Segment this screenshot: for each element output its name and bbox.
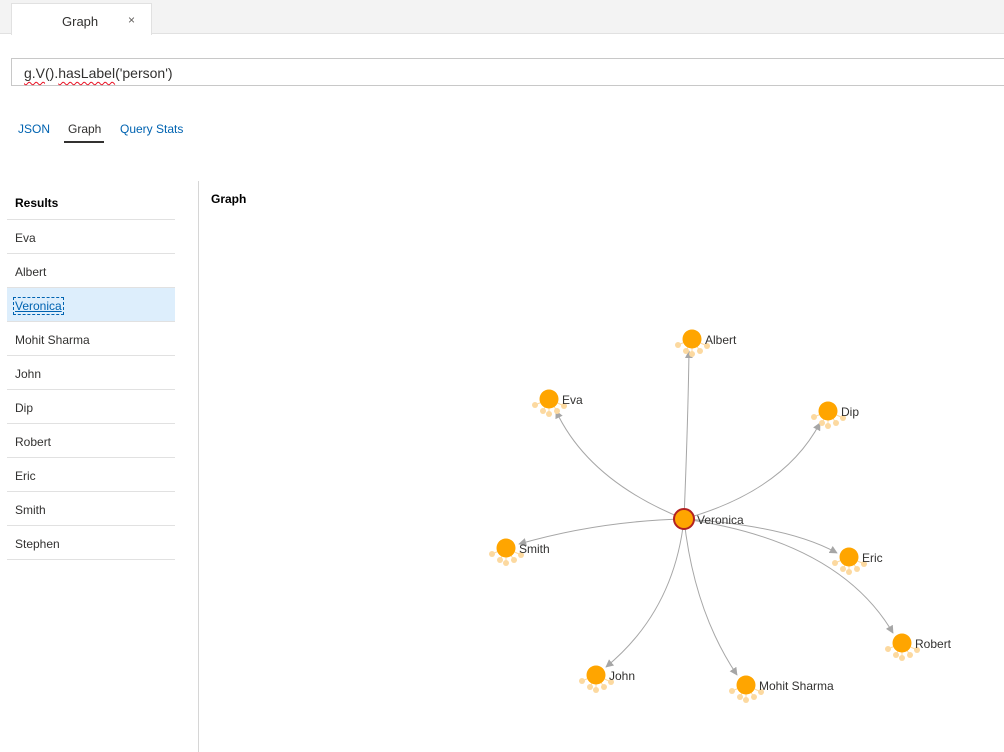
document-tabstrip: Graph × bbox=[0, 0, 1004, 35]
node-eric[interactable]: Eric bbox=[832, 547, 883, 576]
graph-canvas[interactable]: Albert Eva Dip Smith Eric Robert John Mohit Sha… bbox=[199, 181, 1004, 752]
edge-robert bbox=[683, 518, 894, 634]
edge-smith bbox=[518, 518, 685, 546]
node-eva[interactable]: Eva bbox=[532, 389, 583, 418]
result-item-eva[interactable]: Eva bbox=[7, 220, 175, 254]
node-label: Robert bbox=[915, 637, 952, 651]
node-circle bbox=[539, 389, 559, 409]
edge-eva bbox=[555, 410, 685, 520]
result-item-john[interactable]: John bbox=[7, 356, 175, 390]
node-label: Smith bbox=[519, 542, 550, 556]
node-albert[interactable]: Albert bbox=[675, 329, 737, 358]
result-item-smith[interactable]: Smith bbox=[7, 492, 175, 526]
node-circle bbox=[839, 547, 859, 567]
node-john[interactable]: John bbox=[579, 665, 635, 694]
query-token-arg: ('person') bbox=[115, 65, 173, 81]
node-label: Albert bbox=[705, 333, 737, 347]
result-item-veronica[interactable]: Veronica bbox=[7, 288, 175, 322]
node-veronica[interactable]: Veronica bbox=[673, 508, 744, 530]
node-label: John bbox=[609, 669, 635, 683]
result-item-eric[interactable]: Eric bbox=[7, 458, 175, 492]
query-token-paren: (). bbox=[45, 65, 59, 81]
query-token-gv: g.V bbox=[24, 65, 46, 81]
query-input[interactable]: g.V().hasLabel('person') bbox=[11, 58, 1004, 86]
node-circle bbox=[682, 329, 702, 349]
result-item-albert[interactable]: Albert bbox=[7, 254, 175, 288]
node-label: Dip bbox=[841, 405, 859, 419]
node-dip[interactable]: Dip bbox=[811, 401, 859, 430]
node-mohit-sharma[interactable]: Mohit Sharma bbox=[729, 675, 834, 704]
node-circle bbox=[496, 538, 516, 558]
result-item-dip[interactable]: Dip bbox=[7, 390, 175, 424]
edge-albert bbox=[683, 350, 693, 520]
edge-dip bbox=[683, 422, 821, 520]
node-label: Eric bbox=[862, 551, 883, 565]
tab-graph[interactable]: Graph × bbox=[11, 3, 152, 35]
node-label: Mohit Sharma bbox=[759, 679, 834, 693]
node-circle bbox=[818, 401, 838, 421]
node-circle bbox=[736, 675, 756, 695]
node-smith[interactable]: Smith bbox=[489, 538, 550, 567]
result-item-stephen[interactable]: Stephen bbox=[7, 526, 175, 560]
tab-query-stats[interactable]: Query Stats bbox=[120, 122, 183, 136]
edge-mohit-sharma bbox=[683, 518, 738, 676]
query-token-haslabel: hasLabel bbox=[58, 65, 116, 81]
node-circle bbox=[673, 508, 695, 530]
query-text: g.V().hasLabel('person') bbox=[24, 65, 173, 81]
tab-json[interactable]: JSON bbox=[18, 122, 50, 136]
result-item-robert[interactable]: Robert bbox=[7, 424, 175, 458]
result-item-mohit-sharma[interactable]: Mohit Sharma bbox=[7, 322, 175, 356]
node-label: Veronica bbox=[697, 513, 744, 527]
node-circle bbox=[892, 633, 912, 653]
node-robert[interactable]: Robert bbox=[885, 633, 952, 662]
results-panel: Results Eva Albert Veronica Mohit Sharma… bbox=[7, 186, 175, 560]
node-circle bbox=[586, 665, 606, 685]
node-label: Eva bbox=[562, 393, 583, 407]
results-header: Results bbox=[7, 186, 175, 220]
tab-graph-label: Graph bbox=[62, 14, 99, 29]
close-icon[interactable]: × bbox=[128, 13, 135, 27]
tab-graph-view[interactable]: Graph bbox=[63, 122, 105, 143]
edge-john bbox=[605, 518, 685, 668]
